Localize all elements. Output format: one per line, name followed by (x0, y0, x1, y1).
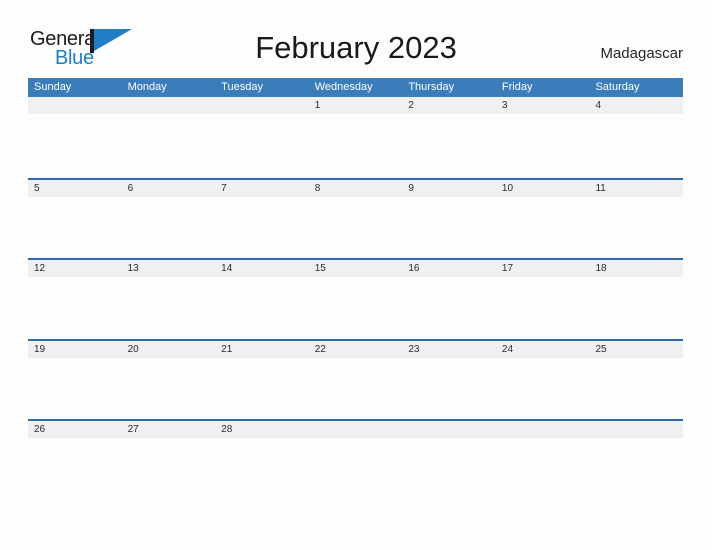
day-number: 11 (595, 182, 606, 194)
day-band (215, 179, 309, 197)
day-cell[interactable]: 24 (495, 340, 590, 419)
day-number: 24 (501, 343, 514, 355)
day-cell[interactable]: 10 (495, 179, 590, 258)
day-band (121, 179, 216, 197)
day-number: 14 (221, 263, 233, 274)
day-number: 27 (127, 424, 139, 435)
week-row: 5 6 7 8 9 10 11 (28, 177, 684, 258)
weekday-header-monday: Monday (127, 81, 167, 93)
day-cell[interactable]: 2 (402, 97, 496, 178)
day-number: 6 (127, 182, 134, 194)
day-cell[interactable] (589, 421, 684, 500)
day-number: 12 (34, 263, 46, 274)
day-cell[interactable]: 14 (215, 260, 309, 339)
day-cell[interactable]: 9 (402, 179, 496, 258)
day-cell[interactable]: 13 (121, 260, 216, 339)
day-number: 7 (221, 182, 227, 194)
day-number: 23 (408, 343, 420, 355)
day-number: 2 (408, 100, 414, 111)
day-cell[interactable]: 16 (402, 260, 496, 339)
day-cell[interactable] (121, 97, 216, 178)
day-cell[interactable]: 19 (28, 340, 122, 419)
day-cell[interactable]: 3 (495, 97, 590, 178)
day-band (215, 97, 309, 114)
calendar-grid: Sunday Monday Tuesday Wednesday Thursday… (28, 78, 684, 500)
day-cell[interactable] (308, 421, 403, 500)
day-cell[interactable]: 4 (589, 97, 684, 178)
week-row: 1 2 3 4 (28, 97, 684, 178)
day-number: 3 (501, 100, 508, 111)
day-number: 9 (408, 182, 414, 194)
weekday-header-wednesday: Wednesday (314, 81, 373, 93)
day-number: 26 (34, 424, 46, 435)
day-band (402, 421, 496, 438)
day-cell[interactable]: 7 (215, 179, 309, 258)
day-band (589, 97, 684, 114)
day-cell[interactable]: 15 (308, 260, 403, 339)
day-cell[interactable]: 18 (589, 260, 684, 339)
day-band (495, 421, 590, 438)
day-cell[interactable]: 26 (28, 421, 122, 500)
week-row: 26 27 28 (28, 419, 684, 500)
day-band (28, 179, 122, 197)
day-number: 18 (595, 263, 607, 274)
day-cell[interactable]: 22 (308, 340, 403, 419)
day-cell[interactable]: 8 (308, 179, 403, 258)
day-band (308, 179, 403, 197)
day-cell[interactable]: 23 (402, 340, 496, 419)
day-band (402, 97, 496, 114)
day-band (402, 179, 496, 197)
day-number: 8 (314, 182, 321, 194)
day-number: 10 (501, 182, 514, 194)
weekday-header-sunday: Sunday (34, 81, 72, 93)
day-cell[interactable]: 6 (121, 179, 216, 258)
day-cell[interactable]: 17 (495, 260, 590, 339)
day-band (589, 421, 684, 438)
day-number: 15 (314, 263, 326, 274)
day-number: 13 (127, 263, 139, 274)
day-cell[interactable]: 12 (28, 260, 122, 339)
weekday-header-saturday: Saturday (595, 81, 640, 93)
weekday-header-row: Sunday Monday Tuesday Wednesday Thursday… (28, 78, 683, 97)
day-cell[interactable]: 11 (589, 179, 684, 258)
day-band (495, 97, 590, 114)
weekday-header-tuesday: Tuesday (221, 81, 263, 93)
day-number: 19 (34, 343, 46, 355)
day-cell[interactable]: 25 (589, 340, 684, 419)
day-cell[interactable]: 20 (121, 340, 216, 419)
day-number: 28 (221, 424, 233, 435)
day-number: 1 (314, 100, 321, 111)
day-number: 5 (34, 182, 40, 194)
week-row: 12 13 14 15 16 17 18 (28, 258, 684, 339)
day-cell[interactable]: 27 (121, 421, 216, 500)
day-band (308, 421, 403, 438)
day-cell[interactable]: 5 (28, 179, 122, 258)
day-band (121, 97, 216, 114)
country-label: Madagascar (600, 45, 683, 62)
day-cell[interactable]: 1 (308, 97, 403, 178)
day-number: 4 (595, 100, 602, 111)
day-cell[interactable]: 28 (215, 421, 309, 500)
day-number: 21 (221, 343, 233, 355)
weekday-header-thursday: Thursday (408, 81, 455, 93)
day-number: 20 (127, 343, 139, 355)
calendar-page: General Blue February 2023 Madagascar Su… (0, 0, 712, 550)
day-cell[interactable] (495, 421, 590, 500)
day-cell[interactable] (402, 421, 496, 500)
day-number: 17 (501, 263, 514, 274)
day-number: 25 (595, 343, 607, 355)
page-header: General Blue February 2023 Madagascar (0, 0, 712, 76)
day-number: 16 (408, 263, 420, 274)
day-cell[interactable]: 21 (215, 340, 309, 419)
day-band (308, 97, 403, 114)
week-row: 19 20 21 22 23 24 25 (28, 338, 684, 419)
day-cell[interactable] (215, 97, 309, 178)
day-band (28, 97, 122, 114)
day-cell[interactable] (28, 97, 122, 178)
day-number: 22 (314, 343, 326, 355)
weekday-header-friday: Friday (501, 81, 533, 93)
